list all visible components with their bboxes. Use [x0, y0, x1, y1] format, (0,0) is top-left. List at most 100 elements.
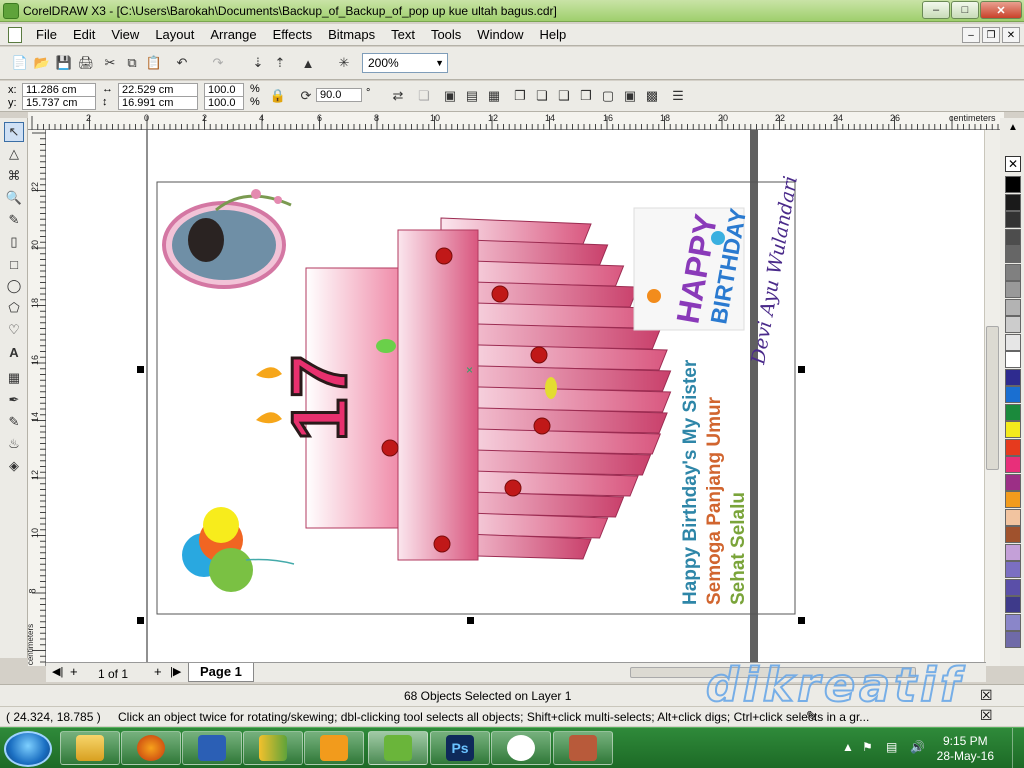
rotate-icon[interactable]: ⟳ [296, 86, 316, 106]
weld-icon[interactable]: ❐ [510, 86, 530, 106]
text-tool-icon[interactable]: A [4, 342, 24, 362]
menu-arrange[interactable]: Arrange [202, 24, 264, 46]
undo-icon[interactable]: ↶ [172, 53, 192, 73]
last-page-icon[interactable]: |▶ [170, 665, 181, 678]
crop-tool-icon[interactable]: ⌘ [4, 166, 24, 186]
palette-scroll-up-icon[interactable]: ▲ [1005, 122, 1021, 136]
menu-layout[interactable]: Layout [147, 24, 202, 46]
color-swatch[interactable] [1005, 281, 1021, 298]
copy-icon[interactable]: ⧉ [122, 53, 142, 73]
outline-tool-icon[interactable]: ✎ [4, 412, 24, 432]
paste-icon[interactable]: 📋 [144, 53, 164, 73]
application-launcher-icon[interactable]: ▲ [298, 53, 318, 73]
shape-tool-icon[interactable]: △ [4, 144, 24, 164]
polygon-tool-icon[interactable]: ⬠ [4, 298, 24, 318]
new-icon[interactable]: 📄 [10, 53, 30, 73]
export-icon[interactable]: ⇡ [270, 53, 290, 73]
color-swatch[interactable] [1005, 561, 1021, 578]
taskbar-media-player[interactable] [304, 731, 364, 765]
color-swatch[interactable] [1005, 543, 1021, 561]
tab-page-1[interactable]: Page 1 [188, 663, 254, 682]
first-page-icon[interactable]: ◀| [52, 665, 63, 678]
color-swatch[interactable] [1005, 298, 1021, 316]
menu-view[interactable]: View [103, 24, 147, 46]
close-button[interactable]: ✕ [980, 1, 1022, 19]
color-swatch[interactable] [1005, 596, 1021, 613]
color-swatch[interactable] [1005, 211, 1021, 228]
vertical-scroll-thumb[interactable] [986, 326, 999, 470]
color-swatch[interactable] [1005, 246, 1021, 263]
color-swatch[interactable] [1005, 333, 1021, 351]
interactive-blend-tool-icon[interactable]: ▦ [4, 368, 24, 388]
scale-x-field[interactable]: 100.0 [204, 83, 244, 97]
scale-y-field[interactable]: 100.0 [204, 96, 244, 110]
taskbar-firefox[interactable] [121, 731, 181, 765]
lock-ratio-icon[interactable]: 🔒 [268, 86, 288, 106]
color-swatch[interactable] [1005, 263, 1021, 281]
tray-flag-icon[interactable]: ⚑ [862, 740, 873, 754]
color-swatch[interactable] [1005, 421, 1021, 438]
interactive-fill-tool-icon[interactable]: ◈ [4, 456, 24, 476]
fill-tool-icon[interactable]: ♨ [4, 434, 24, 454]
zoom-tool-icon[interactable]: 🔍 [4, 188, 24, 208]
color-swatch[interactable] [1005, 491, 1021, 508]
basic-shapes-tool-icon[interactable]: ♡ [4, 320, 24, 340]
taskbar-excel[interactable] [243, 731, 303, 765]
welcome-screen-icon[interactable]: ✳ [334, 53, 354, 73]
intersect-icon[interactable]: ❑ [554, 86, 574, 106]
menu-edit[interactable]: Edit [65, 24, 103, 46]
ellipse-tool-icon[interactable]: ◯ [4, 276, 24, 296]
create-boundary-icon[interactable]: ▩ [642, 86, 662, 106]
print-icon[interactable]: 🖨 [76, 53, 96, 73]
freehand-tool-icon[interactable]: ✎ [4, 210, 24, 230]
zoom-select[interactable]: 200% ▼ [362, 53, 448, 73]
rotation-angle-field[interactable]: 90.0 [316, 88, 362, 102]
tray-network-icon[interactable]: ▤ [886, 740, 897, 754]
tray-volume-icon[interactable]: 🔊 [910, 740, 925, 754]
x-position-field[interactable]: 11.286 cm [22, 83, 96, 97]
import-icon[interactable]: ⇣ [248, 53, 268, 73]
align-distribute-icon[interactable]: ☰ [668, 86, 688, 106]
outline-none-icon[interactable]: ☒ [980, 707, 993, 724]
fill-none-icon[interactable]: ☒ [980, 687, 993, 704]
simplify-icon[interactable]: ❒ [576, 86, 596, 106]
drawing-canvas[interactable]: 17 Happy Birthday's My Sister Semoga Pan… [46, 130, 1000, 666]
vertical-scrollbar[interactable] [984, 130, 1000, 666]
horizontal-ruler[interactable]: 2 0 2 4 6 8 10 12 14 16 18 20 22 24 26 c… [28, 112, 1004, 130]
vertical-ruler[interactable]: 22 20 18 16 14 12 10 8 centimeters [26, 130, 46, 666]
minimize-button[interactable]: – [922, 1, 950, 19]
doc-restore-button[interactable]: ❐ [982, 27, 1000, 43]
taskbar-clock[interactable]: 9:15 PM 28-May-16 [937, 734, 994, 764]
add-page-after-icon[interactable]: + [154, 664, 162, 679]
tray-show-hidden-icon[interactable]: ▲ [842, 740, 854, 754]
taskbar-word[interactable] [182, 731, 242, 765]
color-swatch[interactable] [1005, 438, 1021, 456]
color-swatch[interactable] [1005, 403, 1021, 421]
color-swatch[interactable] [1005, 386, 1021, 403]
no-fill-swatch-icon[interactable]: ✕ [1005, 156, 1021, 172]
doc-close-button[interactable]: ✕ [1002, 27, 1020, 43]
maximize-button[interactable]: □ [951, 1, 979, 19]
combine-icon[interactable]: ❏ [414, 86, 434, 106]
color-swatch[interactable] [1005, 316, 1021, 333]
color-swatch[interactable] [1005, 228, 1021, 246]
menu-bitmaps[interactable]: Bitmaps [320, 24, 383, 46]
color-swatch[interactable] [1005, 508, 1021, 526]
group-icon[interactable]: ▣ [440, 86, 460, 106]
menu-text[interactable]: Text [383, 24, 423, 46]
save-icon[interactable]: 💾 [54, 53, 74, 73]
color-swatch[interactable] [1005, 368, 1021, 386]
document-icon[interactable] [8, 26, 22, 43]
menu-tools[interactable]: Tools [423, 24, 469, 46]
eyedropper-tool-icon[interactable]: ✒ [4, 390, 24, 410]
color-swatch[interactable] [1005, 473, 1021, 491]
taskbar-smartfren[interactable] [491, 731, 551, 765]
y-position-field[interactable]: 15.737 cm [22, 96, 96, 110]
trim-icon[interactable]: ❏ [532, 86, 552, 106]
color-swatch[interactable] [1005, 613, 1021, 631]
color-swatch[interactable] [1005, 176, 1021, 193]
color-swatch[interactable] [1005, 351, 1021, 368]
menu-file[interactable]: File [28, 24, 65, 46]
smart-fill-tool-icon[interactable]: ▯ [4, 232, 24, 252]
back-minus-front-icon[interactable]: ▣ [620, 86, 640, 106]
